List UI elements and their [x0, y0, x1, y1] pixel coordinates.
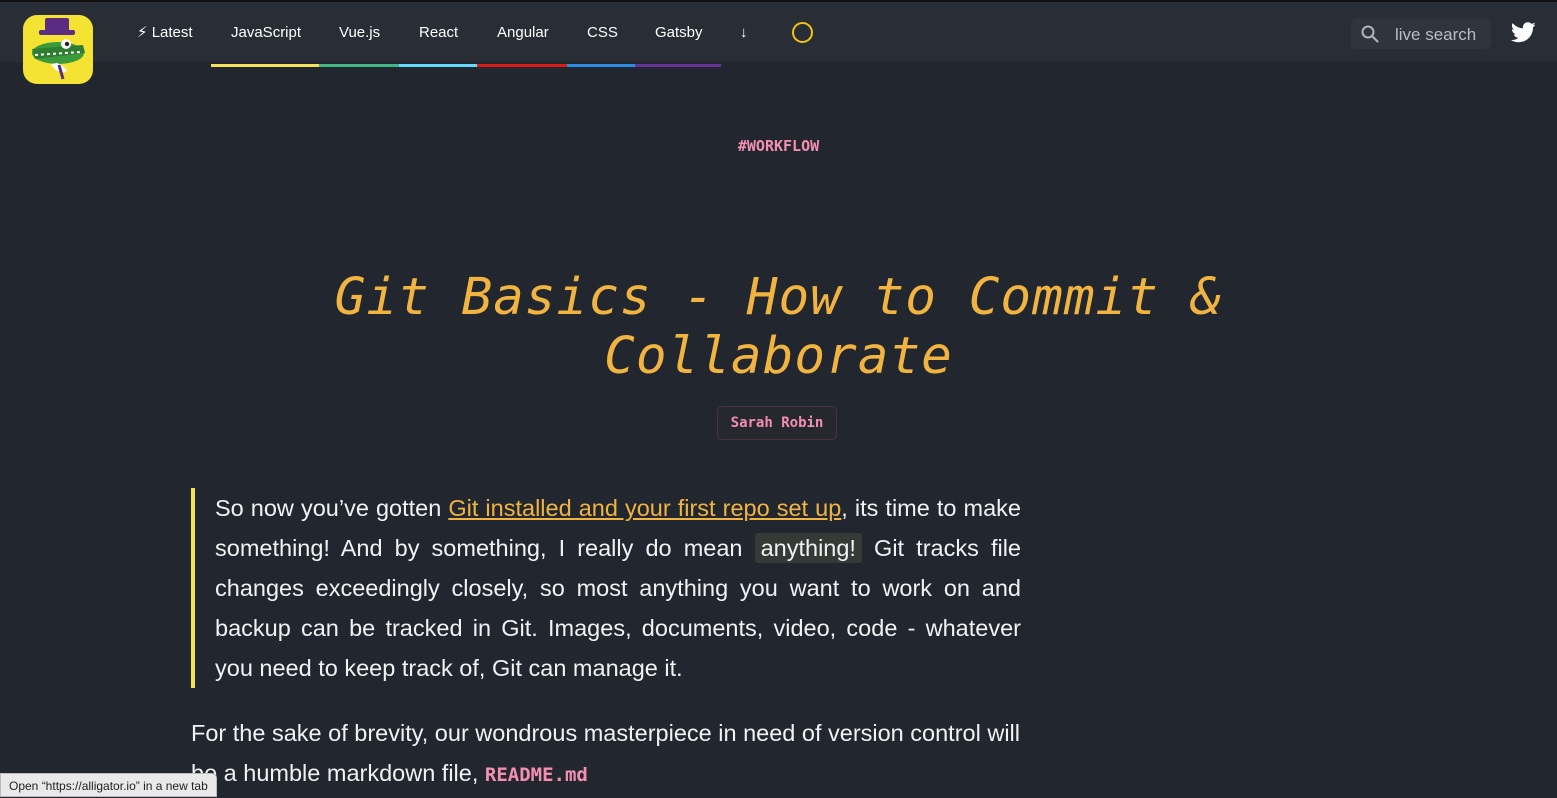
react-underline — [399, 64, 477, 67]
nav-css[interactable]: CSS — [587, 2, 618, 64]
nav-gatsby[interactable]: Gatsby — [655, 2, 703, 64]
author-badge[interactable]: Sarah Robin — [717, 406, 837, 440]
intro-paragraph: So now you’ve gotten Git installed and y… — [215, 488, 1021, 688]
body-paragraph-text: For the sake of brevity, our wondrous ma… — [191, 720, 1020, 786]
top-navigation-bar: ⚡ Latest JavaScript Vue.js React Angular… — [0, 0, 1557, 84]
browser-status-bar: Open “https://alligator.io” in a new tab — [0, 773, 217, 797]
git-install-link[interactable]: Git installed and your first repo set up — [448, 495, 841, 521]
nav-javascript[interactable]: JavaScript — [231, 2, 301, 64]
angular-underline — [477, 64, 567, 67]
intro-blockquote: So now you’ve gotten Git installed and y… — [191, 488, 1021, 688]
highlighted-text: anything! — [754, 533, 862, 563]
nav-more-arrow[interactable]: ↓ — [740, 2, 748, 64]
search-input[interactable] — [1393, 21, 1489, 48]
vuejs-underline — [319, 64, 399, 67]
search-box[interactable] — [1351, 18, 1491, 49]
javascript-underline — [211, 64, 319, 67]
intro-text-start: So now you’ve gotten — [215, 495, 449, 521]
article-title-line2: Collaborate — [604, 327, 953, 386]
article-title: Git Basics - How to Commit & Collaborate — [300, 268, 1257, 386]
nav-angular[interactable]: Angular — [497, 2, 549, 64]
css-underline — [567, 64, 635, 67]
gatsby-underline — [635, 64, 721, 67]
body-paragraph: For the sake of brevity, our wondrous ma… — [191, 713, 1021, 795]
article-tag[interactable]: #WORKFLOW — [0, 137, 1557, 155]
inline-code: README.md — [484, 764, 588, 786]
loading-spinner-icon — [792, 22, 813, 43]
article-title-line1: Git Basics - How to Commit & — [334, 268, 1223, 327]
nav-vuejs[interactable]: Vue.js — [339, 2, 380, 64]
nav-react[interactable]: React — [419, 2, 458, 64]
alligator-logo[interactable] — [23, 15, 93, 84]
twitter-icon[interactable] — [1511, 22, 1536, 43]
nav-latest[interactable]: ⚡ Latest — [137, 2, 193, 64]
search-icon — [1361, 25, 1379, 43]
